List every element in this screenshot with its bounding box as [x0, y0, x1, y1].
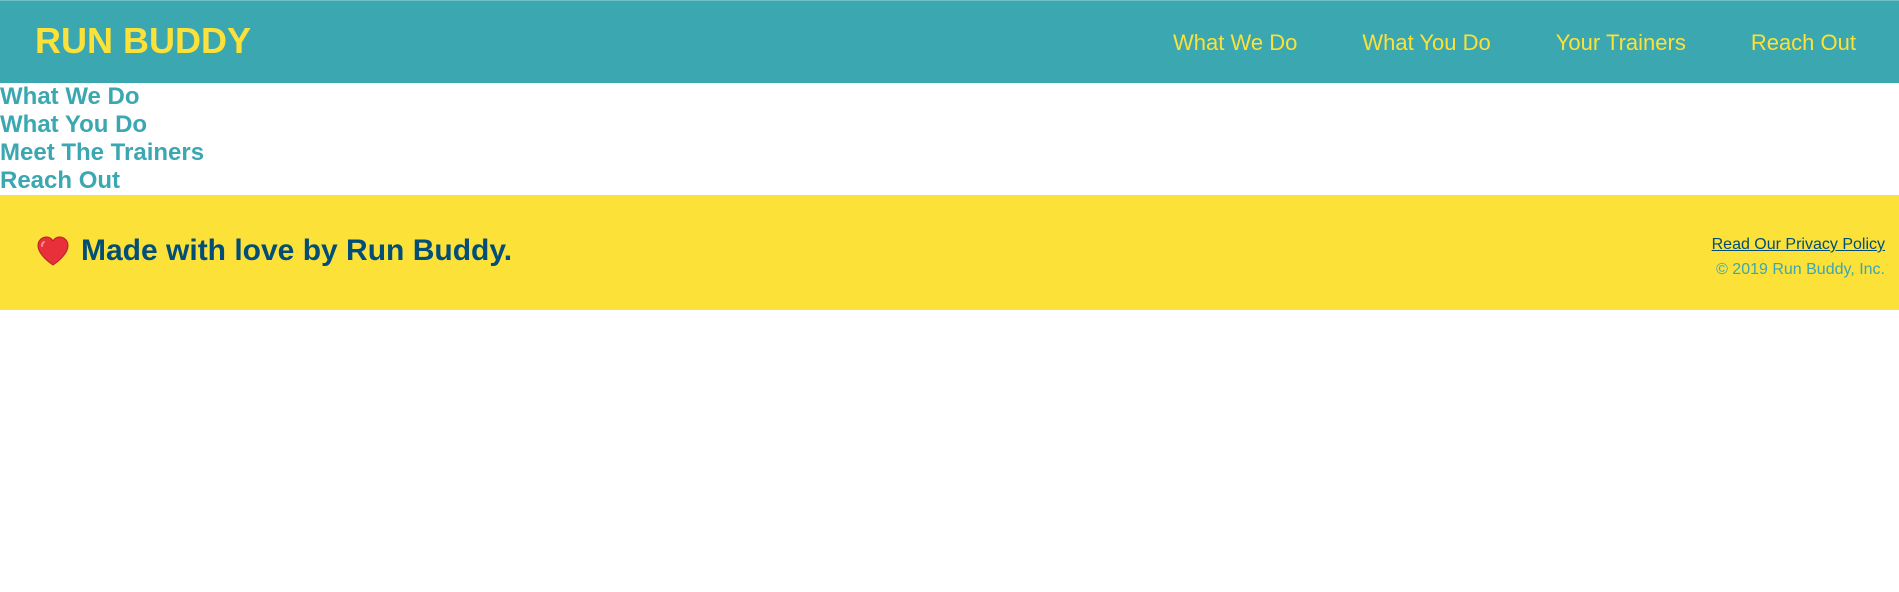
- nav-link-what-you-do[interactable]: What You Do: [1362, 30, 1490, 56]
- section-heading-reach-out: Reach Out: [0, 167, 121, 194]
- privacy-policy-link[interactable]: Read Our Privacy Policy: [1712, 235, 1885, 255]
- site-header: RUN BUDDY What We Do What You Do Your Tr…: [0, 0, 1899, 83]
- section-heading-what-we-do: What We Do: [0, 83, 140, 110]
- heart-icon: [35, 233, 71, 269]
- site-footer: Made with love by Run Buddy. Read Our Pr…: [0, 195, 1899, 310]
- nav-link-your-trainers[interactable]: Your Trainers: [1556, 30, 1686, 56]
- nav-link-reach-out[interactable]: Reach Out: [1751, 30, 1856, 56]
- top-navigation: What We Do What You Do Your Trainers Rea…: [1173, 1, 1899, 84]
- section-heading-meet-the-trainers: Meet The Trainers: [0, 139, 205, 166]
- page: RUN BUDDY What We Do What You Do Your Tr…: [0, 0, 1899, 592]
- copyright-text: © 2019 Run Buddy, Inc.: [1716, 261, 1885, 278]
- footer-love-message: Made with love by Run Buddy.: [35, 233, 512, 269]
- brand-logo-link[interactable]: RUN BUDDY: [35, 20, 251, 62]
- main-content: What We Do What You Do Meet The Trainers…: [0, 83, 400, 195]
- section-heading-what-you-do: What You Do: [0, 111, 148, 138]
- footer-legal: Read Our Privacy Policy © 2019 Run Buddy…: [1712, 235, 1885, 280]
- nav-link-what-we-do[interactable]: What We Do: [1173, 30, 1297, 56]
- footer-love-text: Made with love by Run Buddy.: [81, 234, 513, 267]
